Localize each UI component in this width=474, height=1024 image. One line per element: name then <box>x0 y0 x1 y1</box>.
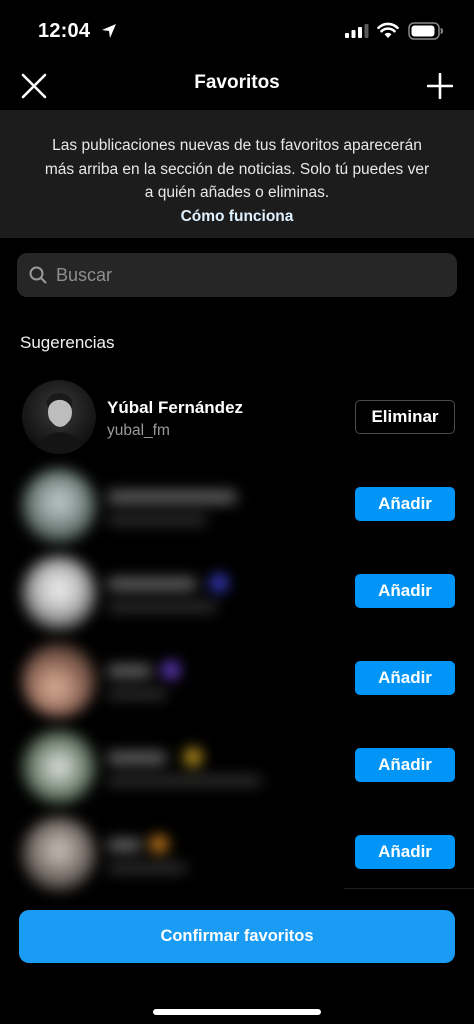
blurred-user-info <box>0 641 340 729</box>
list-item-featured[interactable]: Yúbal Fernández yubal_fm Eliminar <box>0 380 474 468</box>
list-item[interactable]: Añadir <box>0 728 474 816</box>
info-banner: Las publicaciones nuevas de tus favorito… <box>0 110 474 238</box>
list-item[interactable]: Añadir <box>0 815 474 903</box>
blurred-user-info <box>0 728 340 816</box>
suggestions-title: Sugerencias <box>20 333 115 352</box>
add-button[interactable]: Añadir <box>355 574 455 608</box>
user-handle: yubal_fm <box>107 422 170 439</box>
profile-photo <box>22 380 96 454</box>
remove-button[interactable]: Eliminar <box>355 400 455 434</box>
search-icon <box>29 266 47 284</box>
add-button[interactable]: Añadir <box>355 835 455 869</box>
location-arrow-icon <box>102 24 116 38</box>
status-bar: 12:04 <box>0 0 474 60</box>
divider <box>344 888 474 889</box>
plus-icon <box>427 73 453 99</box>
blurred-user-info <box>0 467 340 555</box>
add-button[interactable]: Añadir <box>355 661 455 695</box>
avatar[interactable] <box>22 380 96 454</box>
home-indicator[interactable] <box>153 1009 321 1015</box>
header: Favoritos <box>0 60 474 110</box>
user-name: Yúbal Fernández <box>107 398 244 417</box>
add-button[interactable]: Añadir <box>355 487 455 521</box>
wifi-icon <box>377 22 399 38</box>
battery-icon <box>408 22 443 40</box>
how-it-works-link[interactable]: Cómo funciona <box>181 205 294 228</box>
confirm-favorites-button[interactable]: Confirmar favoritos <box>19 910 455 963</box>
add-favorite-button[interactable] <box>424 70 456 102</box>
info-text: Las publicaciones nuevas de tus favorito… <box>44 137 430 201</box>
list-item[interactable]: Añadir <box>0 554 474 642</box>
blurred-user-info <box>0 815 340 903</box>
list-item[interactable]: Añadir <box>0 641 474 729</box>
status-time: 12:04 <box>38 20 91 42</box>
blurred-user-info <box>0 554 340 642</box>
signal-bars-icon <box>345 24 369 38</box>
search-box[interactable] <box>17 253 457 297</box>
add-button[interactable]: Añadir <box>355 748 455 782</box>
page-title: Favoritos <box>194 72 280 93</box>
search-input[interactable] <box>56 264 436 286</box>
list-item[interactable]: Añadir <box>0 467 474 555</box>
